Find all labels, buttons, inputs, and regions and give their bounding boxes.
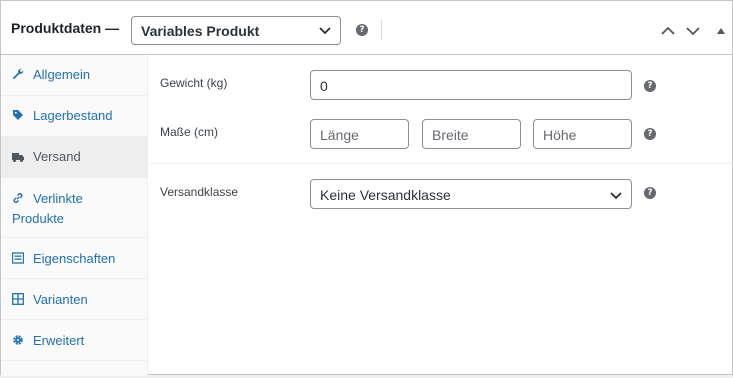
wrench-icon xyxy=(12,68,24,80)
truck-icon xyxy=(12,153,24,162)
tab-label: Erweitert xyxy=(33,333,85,348)
help-icon[interactable]: ? xyxy=(644,128,656,140)
panel-header: Produktdaten — Variables Produkt ? xyxy=(1,1,732,55)
gear-icon xyxy=(13,335,23,345)
help-icon[interactable]: ? xyxy=(356,24,368,36)
tab-linked-products[interactable]: Verlinkte Produkte xyxy=(1,178,147,238)
section-divider xyxy=(149,163,733,164)
tab-inventory[interactable]: Lagerbestand xyxy=(1,96,147,137)
shipping-class-value: Keine Versandklasse xyxy=(320,187,451,203)
height-input[interactable]: Höhe xyxy=(533,119,632,149)
tab-shipping[interactable]: Versand xyxy=(1,137,147,178)
tab-label: Lagerbestand xyxy=(33,108,113,123)
tab-variations[interactable]: Varianten xyxy=(1,279,147,320)
shipping-class-select[interactable]: Keine Versandklasse xyxy=(310,179,632,209)
panel-title: Produktdaten — xyxy=(11,20,120,36)
help-icon[interactable]: ? xyxy=(644,187,656,199)
length-input[interactable]: Länge xyxy=(310,119,409,149)
weight-input[interactable]: 0 xyxy=(310,70,632,100)
move-up-icon[interactable] xyxy=(660,23,676,39)
width-input[interactable]: Breite xyxy=(422,119,521,149)
tab-label: Eigenschaften xyxy=(33,251,116,266)
tab-advanced[interactable]: Erweitert xyxy=(1,320,147,361)
help-icon[interactable]: ? xyxy=(644,80,656,92)
collapse-toggle-icon[interactable] xyxy=(713,23,729,39)
header-divider xyxy=(381,20,382,40)
tab-attributes[interactable]: Eigenschaften xyxy=(1,238,147,279)
list-icon xyxy=(12,252,24,264)
tab-general[interactable]: Allgemein xyxy=(1,55,147,96)
shipping-class-label: Versandklasse xyxy=(160,185,239,199)
tab-label: Allgemein xyxy=(33,67,91,82)
tab-label: Verlinkte Produkte xyxy=(12,191,83,226)
product-data-tabs: Allgemein Lagerbestand Versand Verlinkte… xyxy=(1,55,148,376)
tag-icon xyxy=(13,110,23,120)
move-down-icon[interactable] xyxy=(685,23,701,39)
product-type-value: Variables Produkt xyxy=(141,23,260,39)
dimensions-label: Maße (cm) xyxy=(160,125,218,139)
chevron-down-icon xyxy=(319,27,331,35)
tab-label: Versand xyxy=(33,149,81,164)
weight-label: Gewicht (kg) xyxy=(160,76,228,90)
chevron-down-icon xyxy=(610,192,622,200)
tab-label: Varianten xyxy=(33,292,88,307)
grid-icon xyxy=(12,293,24,305)
product-type-select[interactable]: Variables Produkt xyxy=(131,16,341,45)
product-data-panel: Produktdaten — Variables Produkt ? Allge… xyxy=(0,0,733,376)
